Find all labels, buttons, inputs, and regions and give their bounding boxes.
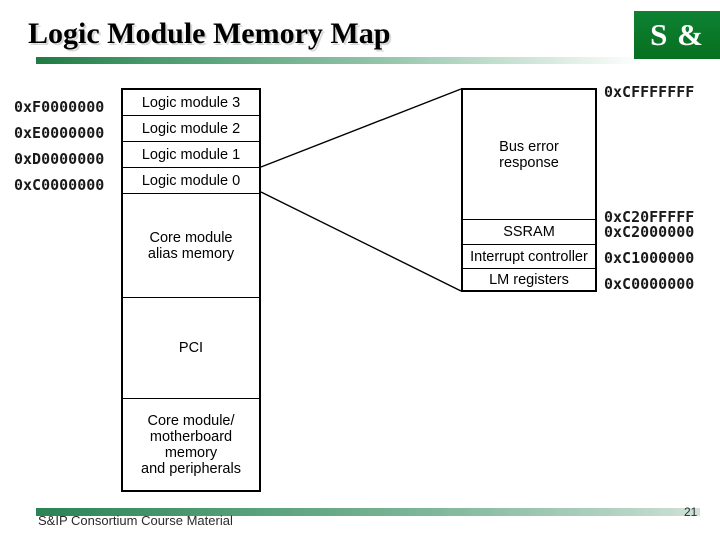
memory-region-row: Logic module 0 [123, 168, 259, 194]
memory-region-row: Core module alias memory [123, 194, 259, 298]
memory-region-label: PCI [178, 340, 204, 356]
memory-region-label: Core module/ motherboard memory and peri… [141, 412, 241, 477]
memory-map-diagram: Logic module 3 Logic module 2 Logic modu… [0, 0, 720, 540]
memory-region-label: Logic module 2 [141, 120, 241, 137]
memory-region-row: Bus error response [463, 90, 595, 220]
memory-region-row: Logic module 3 [123, 90, 259, 116]
memory-region-row: SSRAM [463, 220, 595, 245]
slide: Logic Module Memory Map S & IP Logic mod… [0, 0, 720, 540]
logic-module-detail-box: Bus error response SSRAM Interrupt contr… [461, 88, 597, 292]
address-label-left: 0xF0000000 [14, 98, 105, 116]
address-label-left: 0xE0000000 [14, 124, 105, 142]
footer-text: S&IP Consortium Course Material [38, 513, 233, 528]
callout-connector-lines [260, 88, 462, 292]
memory-region-row: Logic module 2 [123, 116, 259, 142]
memory-region-label: SSRAM [503, 224, 555, 240]
memory-region-label: Logic module 3 [141, 94, 241, 111]
memory-region-label: Bus error response [499, 138, 559, 171]
memory-region-label: Logic module 1 [141, 146, 241, 163]
memory-region-label: Core module alias memory [147, 229, 235, 262]
address-label-left: 0xD0000000 [14, 150, 105, 168]
address-label-right: 0xCFFFFFFF [604, 83, 695, 101]
memory-region-label: Logic module 0 [141, 172, 241, 189]
memory-region-row: Core module/ motherboard memory and peri… [123, 399, 259, 490]
address-label-right: 0xC2000000 [604, 223, 695, 241]
memory-region-row: Logic module 1 [123, 142, 259, 168]
memory-region-row: PCI [123, 298, 259, 399]
page-number: 21 [684, 505, 698, 519]
address-label-right: 0xC1000000 [604, 249, 695, 267]
memory-region-row: LM registers [463, 269, 595, 290]
memory-region-label: LM registers [489, 271, 569, 288]
system-memory-map-box: Logic module 3 Logic module 2 Logic modu… [121, 88, 261, 492]
memory-region-row: Interrupt controller [463, 245, 595, 269]
address-label-right: 0xC0000000 [604, 275, 695, 293]
memory-region-label: Interrupt controller [470, 248, 588, 265]
address-label-left: 0xC0000000 [14, 176, 105, 194]
